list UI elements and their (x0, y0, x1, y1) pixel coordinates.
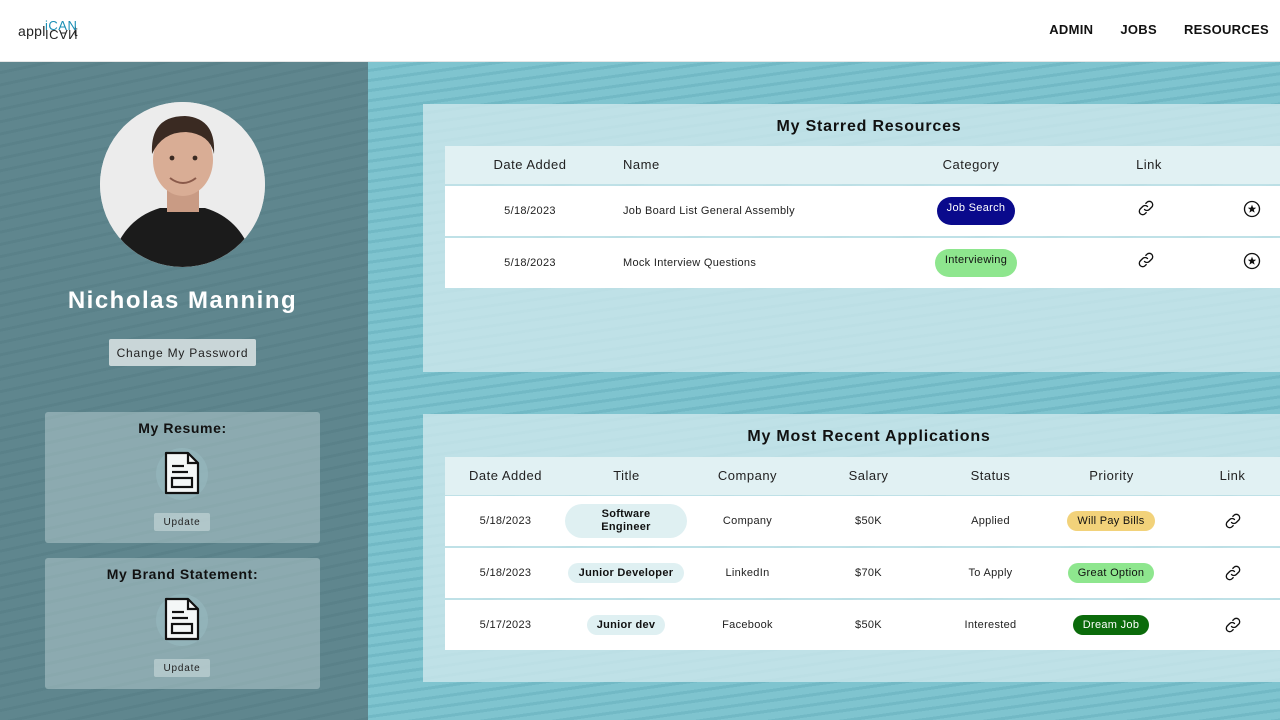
row-date: 5/18/2023 (504, 257, 556, 269)
application-row[interactable]: 5/18/2023 LinkedIn $70K To Apply Junior Deve… (445, 548, 1280, 598)
priority-badge: Will Pay Bills (1067, 511, 1155, 531)
logo-ican-bottom: ICAN (45, 27, 79, 42)
priority-badge: Dream Job (1073, 615, 1149, 635)
col-name: Name (623, 157, 660, 172)
user-name: Nicholas Manning (67, 287, 298, 314)
row-date: 5/18/2023 (479, 567, 532, 579)
col-category: Category (942, 157, 1000, 172)
document-icon (164, 597, 200, 641)
col-link: Link (1219, 468, 1246, 483)
resume-document-icon[interactable] (156, 448, 208, 500)
row-company: Facebook (722, 619, 773, 631)
row-company: LinkedIn (725, 567, 770, 579)
starred-row[interactable]: 5/18/2023 Mock Interview Questions Intervi… (445, 238, 1280, 288)
row-date: 5/17/2023 (479, 619, 532, 631)
priority-badge: Great Option (1068, 563, 1154, 583)
link-icon[interactable] (1137, 199, 1155, 217)
starred-row[interactable]: 5/18/2023 Job Board List General Assembly… (445, 186, 1280, 236)
row-date: 5/18/2023 (479, 515, 532, 527)
col-company: Company (717, 468, 778, 483)
col-priority: Priority (1089, 468, 1134, 483)
resume-update-button[interactable]: Update (154, 513, 210, 531)
row-company: Company (722, 515, 773, 527)
row-name[interactable]: Mock Interview Questions (623, 238, 883, 288)
job-title-badge[interactable]: Junior Developer (568, 563, 684, 583)
resume-card: My Resume: Update (45, 412, 320, 543)
nav-admin[interactable]: ADMIN (1049, 22, 1093, 37)
job-title-badge[interactable]: Junior dev (587, 615, 665, 635)
star-icon[interactable] (1243, 252, 1261, 270)
avatar (100, 102, 265, 267)
col-date-added: Date Added (469, 468, 542, 483)
row-date: 5/18/2023 (504, 205, 556, 217)
category-badge: Interviewing (935, 249, 1017, 277)
starred-table-header: Date Added Name Category Link (445, 146, 1280, 184)
col-salary: Salary (848, 468, 889, 483)
top-nav: ADMIN JOBS RESOURCES (1049, 22, 1269, 37)
nav-resources[interactable]: RESOURCES (1184, 22, 1269, 37)
top-header: appl t iCAN ICAN ADMIN JOBS RESOURCES (0, 0, 1280, 62)
application-row[interactable]: 5/18/2023 Company $50K Applied Software Engi… (445, 496, 1280, 546)
link-icon[interactable] (1224, 512, 1242, 530)
row-salary: $50K (855, 619, 882, 631)
change-password-button[interactable]: Change My Password (109, 339, 256, 366)
row-salary: $50K (855, 515, 882, 527)
resume-title: My Resume: (138, 420, 227, 436)
document-icon (164, 451, 200, 495)
row-status: To Apply (968, 567, 1013, 579)
category-badge: Job Search (937, 197, 1015, 225)
profile-sidebar: Nicholas Manning Change My Password My R… (0, 62, 368, 720)
brand-update-button[interactable]: Update (154, 659, 210, 677)
row-status: Interested (964, 619, 1017, 631)
col-status: Status (970, 468, 1011, 483)
recent-applications-title: My Most Recent Applications (747, 428, 991, 445)
recent-applications-panel: My Most Recent Applications Date Added T… (423, 414, 1280, 682)
col-date-added: Date Added (493, 157, 567, 172)
brand-statement-title: My Brand Statement: (106, 566, 259, 582)
col-link: Link (1136, 157, 1162, 172)
avatar-photo (100, 102, 265, 267)
applications-table-header: Date Added Title Company Salary Status P… (445, 457, 1280, 495)
job-title-badge[interactable]: Software Engineer (565, 504, 687, 538)
brand-document-icon[interactable] (156, 594, 208, 646)
brand-statement-card: My Brand Statement: Update (45, 558, 320, 689)
starred-resources-title: My Starred Resources (776, 118, 962, 135)
row-name[interactable]: Job Board List General Assembly (623, 186, 883, 236)
main-content: My Starred Resources Date Added Name Cat… (368, 62, 1280, 720)
link-icon[interactable] (1224, 616, 1242, 634)
link-icon[interactable] (1224, 564, 1242, 582)
application-row[interactable]: 5/17/2023 Facebook $50K Interested Junior de… (445, 600, 1280, 650)
row-salary: $70K (855, 567, 882, 579)
star-icon[interactable] (1243, 200, 1261, 218)
link-icon[interactable] (1137, 251, 1155, 269)
col-title: Title (613, 468, 640, 483)
nav-jobs[interactable]: JOBS (1120, 22, 1157, 37)
row-status: Applied (971, 515, 1010, 527)
starred-resources-panel: My Starred Resources Date Added Name Cat… (423, 104, 1280, 372)
